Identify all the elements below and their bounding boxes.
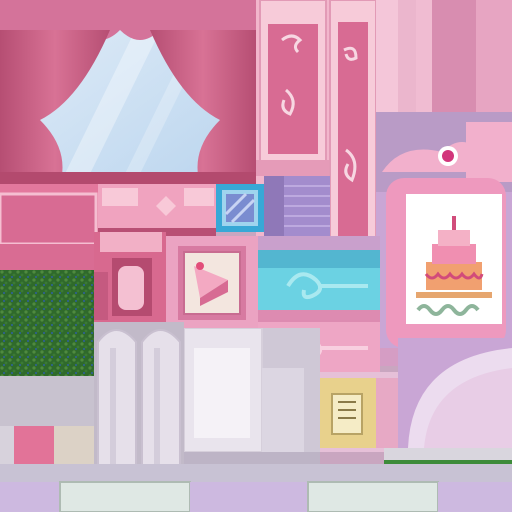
white-panel-tile [183,327,320,464]
blue-window-tile [216,184,264,232]
texture-atlas [0,0,512,512]
grass-tile [0,270,94,376]
wall-switch-tile [320,372,398,452]
floor-tiles-tile [0,464,512,512]
window-curtains-tile [0,0,256,184]
cake-painting-tile [166,236,258,328]
cake-poster-frame-tile [376,112,512,366]
arched-columns-tile [94,322,184,483]
curtained-window-icon [0,0,256,184]
stairs-icon [264,176,330,236]
round-table-tile [398,338,512,448]
control-panel-icon [320,372,398,452]
cake-slice-icon [166,236,258,328]
cake-icon [376,112,512,366]
small-window-icon [216,184,264,232]
stairs-tile [264,176,330,236]
shelf-cabinet-tile [94,232,166,322]
grass-icon [0,270,94,376]
